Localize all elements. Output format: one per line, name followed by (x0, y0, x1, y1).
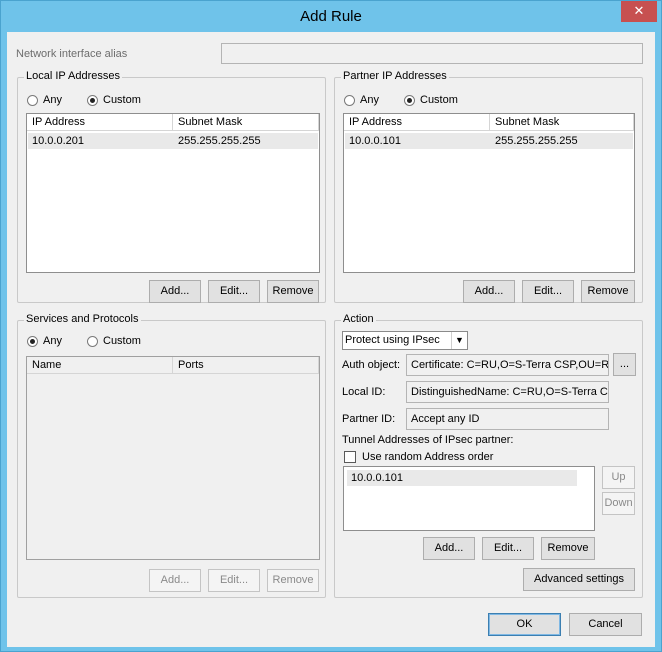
partner-id-label: Partner ID: (342, 413, 396, 425)
dialog-body: Network interface alias Local IP Address… (7, 32, 655, 647)
tunnel-edit-button[interactable]: Edit... (482, 537, 534, 560)
action-mode-value: Protect using IPsec (345, 334, 440, 346)
partner-add-button[interactable]: Add... (463, 280, 515, 303)
local-mask-column-header[interactable]: Subnet Mask (173, 114, 319, 131)
auth-object-label: Auth object: (342, 359, 401, 371)
local-custom-radio[interactable] (87, 95, 98, 106)
local-any-label: Any (43, 94, 62, 106)
up-button[interactable]: Up (602, 466, 635, 489)
partner-ip-list-header: IP Address Subnet Mask (344, 114, 634, 131)
local-id-field[interactable]: DistinguishedName: C=RU,O=S-Terra CS (406, 381, 609, 403)
local-edit-button[interactable]: Edit... (208, 280, 260, 303)
local-ip-list-header: IP Address Subnet Mask (27, 114, 319, 131)
partner-remove-button[interactable]: Remove (581, 280, 635, 303)
partner-any-label: Any (360, 94, 379, 106)
local-mask-cell: 255.255.255.255 (178, 135, 261, 147)
action-group: Action Protect using IPsec ▼ Auth object… (334, 313, 643, 598)
services-name-column-header[interactable]: Name (27, 357, 173, 374)
partner-mask-cell: 255.255.255.255 (495, 135, 578, 147)
ok-button[interactable]: OK (488, 613, 561, 636)
down-button[interactable]: Down (602, 492, 635, 515)
local-ip-group: Local IP Addresses Any Custom IP Address… (17, 70, 326, 303)
partner-custom-radio[interactable] (404, 95, 415, 106)
tunnel-addresses-label: Tunnel Addresses of IPsec partner: (342, 434, 514, 446)
services-list-header: Name Ports (27, 357, 319, 374)
local-ip-row[interactable]: 10.0.0.201 255.255.255.255 (28, 133, 318, 149)
partner-ip-list[interactable]: IP Address Subnet Mask 10.0.0.101 255.25… (343, 113, 635, 273)
tunnel-address-list[interactable]: 10.0.0.101 (343, 466, 595, 531)
local-ip-cell: 10.0.0.201 (32, 135, 84, 147)
close-button[interactable]: ✕ (621, 1, 657, 22)
partner-mask-column-header[interactable]: Subnet Mask (490, 114, 634, 131)
local-any-radio[interactable] (27, 95, 38, 106)
partner-any-radio[interactable] (344, 95, 355, 106)
auth-object-field[interactable]: Certificate: C=RU,O=S-Terra CSP,OU=R (406, 354, 609, 376)
local-id-label: Local ID: (342, 386, 386, 398)
partner-id-field[interactable]: Accept any ID (406, 408, 609, 430)
services-add-button[interactable]: Add... (149, 569, 201, 592)
partner-ip-group: Partner IP Addresses Any Custom IP Addre… (334, 70, 643, 303)
services-custom-radio[interactable] (87, 336, 98, 347)
random-order-checkbox[interactable] (344, 451, 356, 463)
services-any-radio[interactable] (27, 336, 38, 347)
partner-ip-group-title: Partner IP Addresses (341, 70, 449, 82)
local-custom-label: Custom (103, 94, 141, 106)
tunnel-address-item[interactable]: 10.0.0.101 (347, 470, 577, 486)
network-alias-label: Network interface alias (16, 48, 128, 60)
services-any-label: Any (43, 335, 62, 347)
cancel-button[interactable]: Cancel (569, 613, 642, 636)
tunnel-add-button[interactable]: Add... (423, 537, 475, 560)
services-remove-button[interactable]: Remove (267, 569, 319, 592)
partner-edit-button[interactable]: Edit... (522, 280, 574, 303)
partner-custom-label: Custom (420, 94, 458, 106)
services-ports-column-header[interactable]: Ports (173, 357, 319, 374)
dialog-title: Add Rule (300, 8, 362, 25)
random-order-label: Use random Address order (362, 451, 494, 463)
action-mode-select[interactable]: Protect using IPsec ▼ (342, 331, 468, 350)
tunnel-remove-button[interactable]: Remove (541, 537, 595, 560)
auth-object-browse-button[interactable]: ... (613, 353, 636, 376)
chevron-down-icon: ▼ (451, 332, 467, 349)
local-ip-group-title: Local IP Addresses (24, 70, 122, 82)
advanced-settings-button[interactable]: Advanced settings (523, 568, 635, 591)
partner-ip-cell: 10.0.0.101 (349, 135, 401, 147)
network-alias-input[interactable] (221, 43, 643, 64)
services-custom-label: Custom (103, 335, 141, 347)
add-rule-dialog: Add Rule ✕ Network interface alias Local… (0, 0, 662, 652)
local-ip-list[interactable]: IP Address Subnet Mask 10.0.0.201 255.25… (26, 113, 320, 273)
services-group-title: Services and Protocols (24, 313, 141, 325)
local-ip-column-header[interactable]: IP Address (27, 114, 173, 131)
services-list[interactable]: Name Ports (26, 356, 320, 560)
partner-ip-row[interactable]: 10.0.0.101 255.255.255.255 (345, 133, 633, 149)
local-add-button[interactable]: Add... (149, 280, 201, 303)
tunnel-address-value: 10.0.0.101 (351, 472, 403, 484)
partner-ip-column-header[interactable]: IP Address (344, 114, 490, 131)
local-remove-button[interactable]: Remove (267, 280, 319, 303)
action-group-title: Action (341, 313, 376, 325)
services-edit-button[interactable]: Edit... (208, 569, 260, 592)
close-icon: ✕ (633, 3, 645, 18)
services-group: Services and Protocols Any Custom Name P… (17, 313, 326, 598)
